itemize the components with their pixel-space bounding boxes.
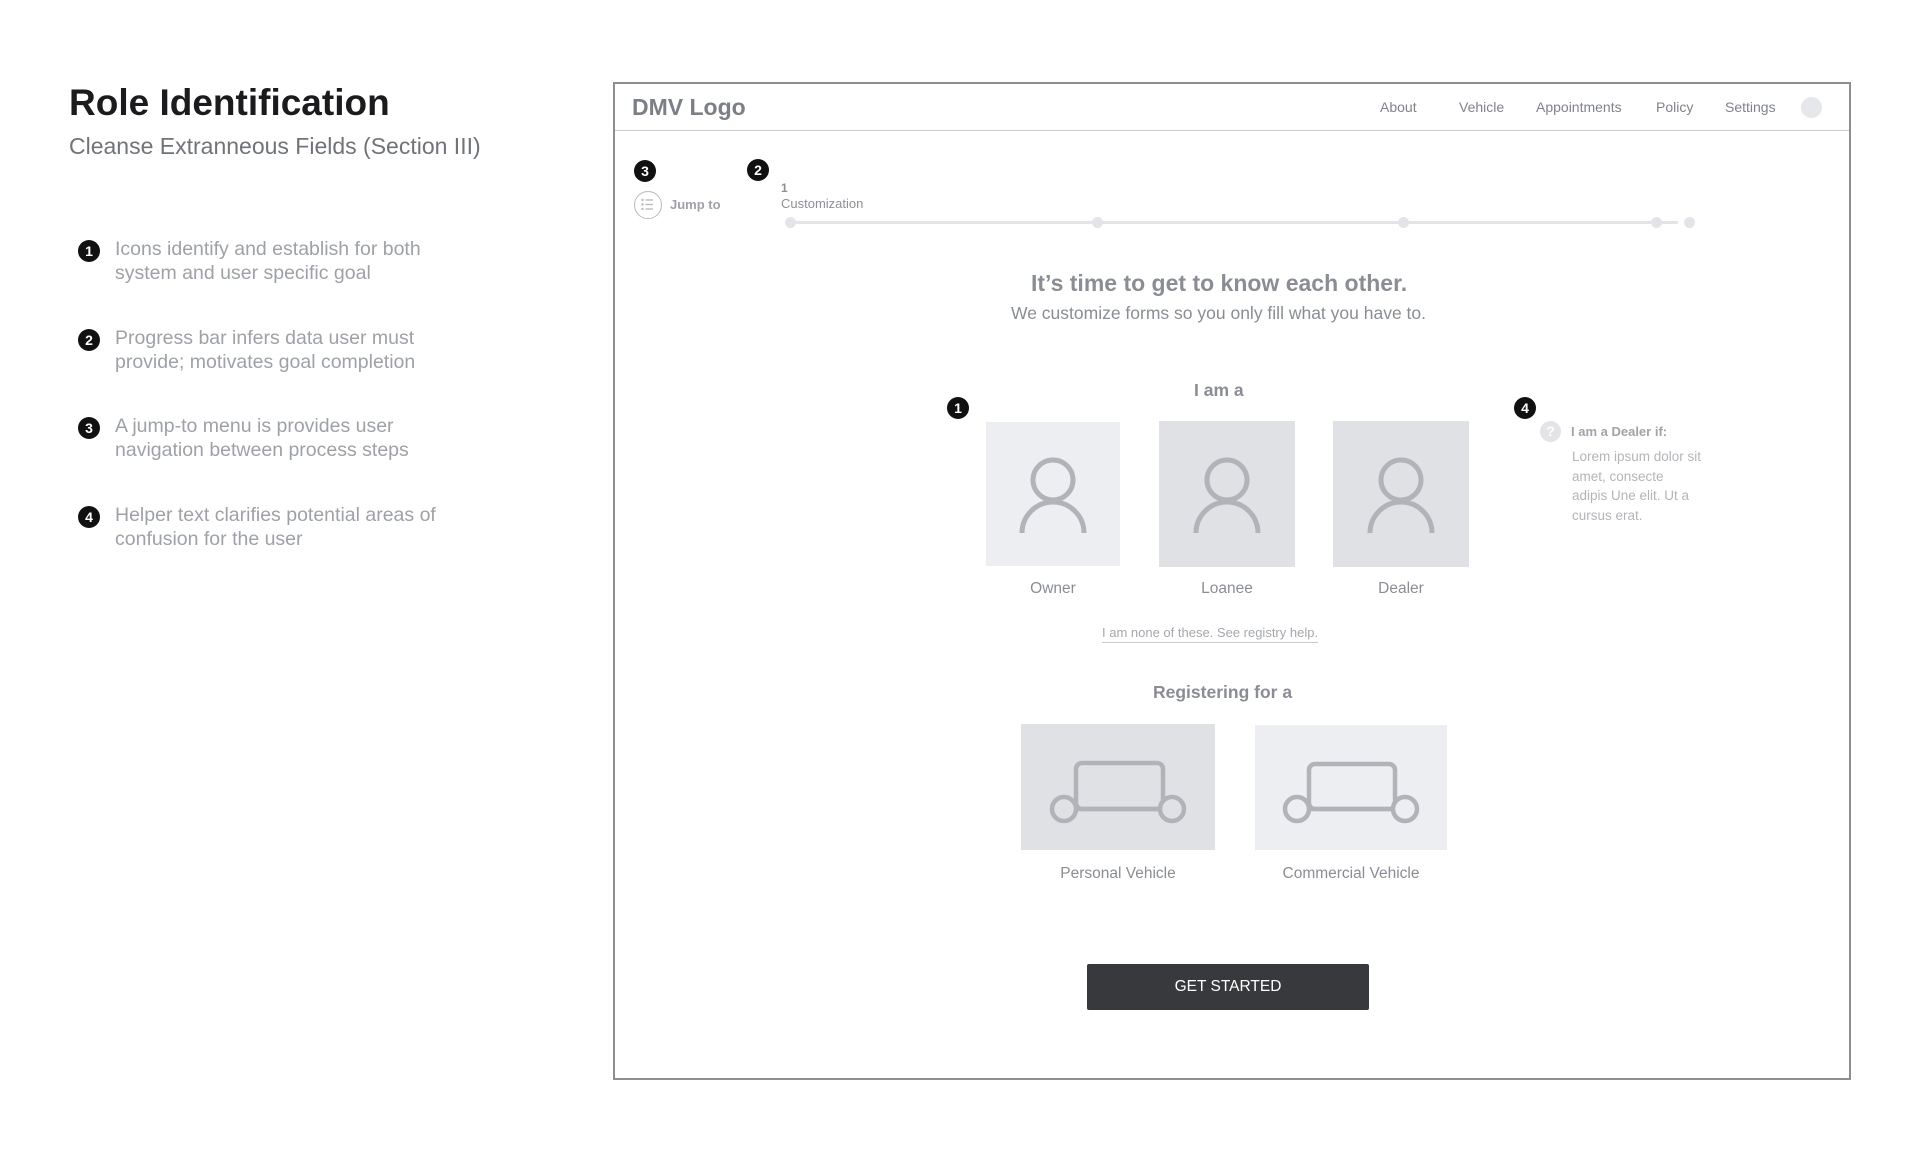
role-prompt: I am a xyxy=(1194,380,1244,400)
welcome-subline: We customize forms so you only fill what… xyxy=(1011,303,1426,323)
role-label-dealer: Dealer xyxy=(1378,580,1424,597)
helper-text: Lorem ipsum dolor sit amet, consecte adi… xyxy=(1572,449,1702,523)
nav-link-about[interactable]: About xyxy=(1380,99,1417,115)
progress-dot[interactable] xyxy=(1092,217,1103,228)
help-icon: ? xyxy=(1540,421,1561,442)
nav-link-appointments[interactable]: Appointments xyxy=(1536,99,1622,115)
list-icon[interactable] xyxy=(634,191,662,219)
helper-title: I am a Dealer if: xyxy=(1571,424,1668,439)
number-badge: 4 xyxy=(78,506,100,528)
person-icon xyxy=(1193,457,1261,534)
annotation-text: Helper text clarifies potential areas of… xyxy=(115,504,436,550)
annotation-text: A jump-to menu is provides user navigati… xyxy=(115,415,409,461)
callout-marker-1: 1 xyxy=(947,397,969,419)
callout-marker-4: 4 xyxy=(1514,397,1536,419)
annotation-text: Progress bar infers data user must provi… xyxy=(115,327,416,373)
nav-link-policy[interactable]: Policy xyxy=(1656,99,1693,115)
vehicle-label-personal: Personal Vehicle xyxy=(1060,865,1176,882)
person-icon xyxy=(1367,457,1435,534)
vehicle-icon xyxy=(1282,761,1420,824)
number-badge: 2 xyxy=(78,329,100,351)
progress-dot[interactable] xyxy=(1684,217,1695,228)
dmv-logo[interactable]: DMV Logo xyxy=(632,94,746,121)
annotation-note-4: 4 Helper text clarifies potential areas … xyxy=(78,503,498,551)
role-card-owner[interactable] xyxy=(986,422,1120,566)
role-card-loanee[interactable] xyxy=(1159,421,1295,567)
welcome-headline: It’s time to get to know each other. xyxy=(1031,270,1408,296)
vehicle-card-commercial[interactable] xyxy=(1255,725,1447,850)
callout-marker-3: 3 xyxy=(634,160,656,182)
annotation-text: Icons identify and establish for both sy… xyxy=(115,238,421,284)
person-icon xyxy=(1019,457,1087,534)
number-badge: 3 xyxy=(78,417,100,439)
progress-step-name: Customization xyxy=(781,196,864,211)
page-title: Role Identification xyxy=(69,82,390,123)
role-label-loanee: Loanee xyxy=(1201,580,1253,597)
progress-dot[interactable] xyxy=(1398,217,1409,228)
registering-prompt: Registering for a xyxy=(1153,682,1293,702)
vehicle-icon xyxy=(1049,760,1187,824)
jump-to-menu[interactable]: Jump to xyxy=(670,197,721,212)
progress-dot[interactable] xyxy=(1651,217,1662,228)
page-subtitle: Cleanse Extranneous Fields (Section III) xyxy=(69,133,481,159)
annotation-note-1: 1 Icons identify and establish for both … xyxy=(78,237,498,285)
vehicle-label-commercial: Commercial Vehicle xyxy=(1282,865,1420,882)
role-label-owner: Owner xyxy=(1030,580,1076,597)
registry-help-link[interactable]: I am none of these. See registry help. xyxy=(1102,625,1319,643)
annotation-note-3: 3 A jump-to menu is provides user naviga… xyxy=(78,414,498,462)
list-icon-glyph xyxy=(641,198,653,211)
callout-marker-2: 2 xyxy=(747,159,769,181)
vehicle-card-personal[interactable] xyxy=(1021,724,1215,850)
nav-link-settings[interactable]: Settings xyxy=(1725,99,1776,115)
progress-step-number: 1 xyxy=(781,181,788,195)
annotation-note-2: 2 Progress bar infers data user must pro… xyxy=(78,326,498,374)
progress-track xyxy=(785,221,1678,224)
get-started-button[interactable]: GET STARTED xyxy=(1087,964,1369,1010)
user-avatar[interactable] xyxy=(1801,97,1822,118)
number-badge: 1 xyxy=(78,240,100,262)
nav-link-vehicle[interactable]: Vehicle xyxy=(1459,99,1504,115)
role-card-dealer[interactable] xyxy=(1333,421,1469,567)
progress-dot[interactable] xyxy=(785,217,796,228)
